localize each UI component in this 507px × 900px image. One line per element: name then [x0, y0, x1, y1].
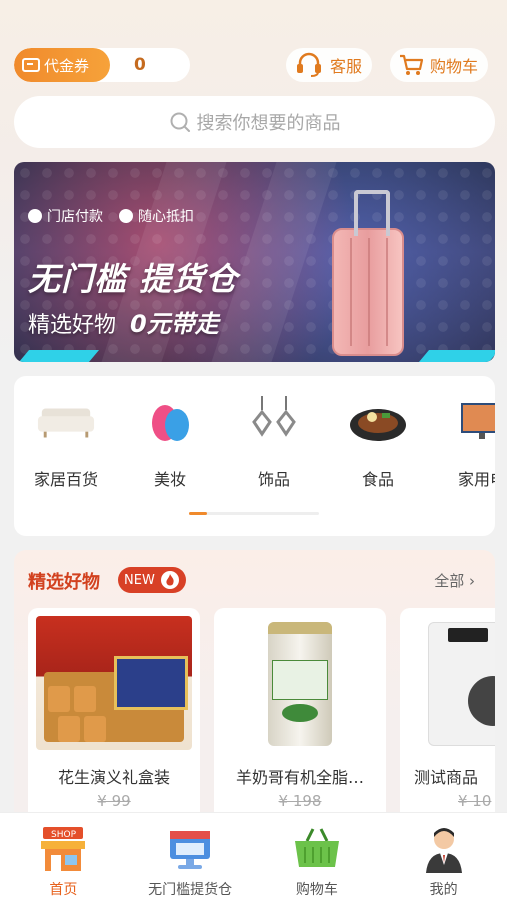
customer-service-button[interactable]: 客服: [286, 48, 373, 82]
product-card[interactable]: 测试商品 ¥ 10: [400, 608, 495, 830]
cart-icon: [400, 54, 424, 75]
category-label: 饰品: [257, 470, 290, 489]
category-label: 美妆: [153, 470, 186, 489]
product-price: ¥ 10: [458, 792, 492, 810]
category-item[interactable]: 美妆: [118, 394, 222, 490]
store-monitor-icon: [170, 831, 211, 869]
makeup-sponge-icon: [152, 405, 189, 441]
chevron-right-icon: ›: [469, 572, 475, 590]
check-icon: [28, 209, 42, 223]
new-badge: NEW: [118, 567, 186, 593]
shop-icon: SHOP: [41, 827, 86, 871]
product-card[interactable]: 羊奶哥有机全脂… ¥ 198: [214, 608, 386, 830]
voucher-tag: 代金券: [14, 48, 110, 82]
headset-icon: [297, 52, 321, 77]
cart-button[interactable]: 购物车: [390, 48, 489, 82]
ticket-icon: [22, 58, 40, 72]
view-all-link[interactable]: 全部 ›: [434, 570, 475, 591]
product-card[interactable]: 花生演义礼盒装 ¥ 99: [28, 608, 200, 830]
cart-label: 购物车: [430, 57, 479, 76]
voucher-pill[interactable]: 代金券 0: [14, 48, 190, 82]
tab-profile[interactable]: 我的: [380, 813, 507, 900]
banner-title: 无门槛 提货仓: [28, 260, 239, 298]
product-name: 测试商品: [414, 768, 479, 787]
earrings-icon: [252, 396, 296, 437]
product-image: [36, 616, 192, 750]
tag-icon: [119, 209, 133, 223]
category-row: 家居百货 美妆 饰品 食品 家用: [14, 394, 495, 490]
tab-label: 首页: [49, 882, 78, 898]
featured-title: 精选好物: [28, 572, 100, 593]
tv-icon: [461, 403, 495, 439]
search-placeholder: 搜索你想要的商品: [196, 113, 341, 134]
tab-label: 购物车: [295, 882, 338, 898]
category-item[interactable]: 家用电: [430, 394, 495, 490]
category-scrollbar[interactable]: [189, 512, 319, 515]
tab-cart[interactable]: 购物车: [254, 813, 381, 900]
scrollbar-thumb[interactable]: [189, 512, 207, 515]
product-image: [408, 616, 495, 750]
category-item[interactable]: 食品: [326, 394, 430, 490]
banner-tag: 门店付款: [28, 206, 103, 226]
featured-section: 精选好物 NEW 全部 › 花生演义礼盒装 ¥ 99 羊奶哥有机全脂… ¥ 19…: [14, 550, 495, 830]
banner-tag: 随心抵扣: [119, 206, 194, 226]
svg-text:SHOP: SHOP: [51, 830, 77, 840]
basket-icon: [294, 828, 339, 867]
category-item[interactable]: 家居百货: [14, 394, 118, 490]
suitcase-image: [332, 190, 404, 356]
search-icon: [170, 112, 190, 132]
avatar-icon: [425, 828, 462, 873]
voucher-label: 代金券: [44, 56, 90, 75]
promo-banner[interactable]: 门店付款 随心抵扣 无门槛 提货仓 精选好物 0元带走: [14, 162, 495, 362]
banner-stripe: [418, 350, 495, 362]
tab-label: 无门槛提货仓: [148, 882, 233, 898]
category-label: 家用电: [457, 470, 495, 489]
service-label: 客服: [330, 57, 363, 76]
product-price: ¥ 198: [278, 792, 322, 810]
product-price: ¥ 99: [97, 792, 131, 810]
product-name: 羊奶哥有机全脂…: [235, 768, 364, 787]
sofa-icon: [37, 408, 95, 438]
tab-warehouse[interactable]: 无门槛提货仓: [127, 813, 254, 900]
product-image: [222, 616, 378, 750]
category-label: 家居百货: [33, 470, 98, 489]
flame-icon: [160, 571, 179, 589]
category-card: 家居百货 美妆 饰品 食品 家用: [14, 376, 495, 536]
tab-label: 我的: [429, 882, 458, 898]
banner-tags: 门店付款 随心抵扣: [28, 206, 194, 226]
category-item[interactable]: 饰品: [222, 394, 326, 490]
banner-subtitle: 精选好物 0元带走: [28, 310, 219, 338]
product-name: 花生演义礼盒装: [57, 768, 170, 787]
food-plate-icon: [350, 409, 406, 441]
search-bar[interactable]: 搜索你想要的商品: [14, 96, 495, 148]
product-row: 花生演义礼盒装 ¥ 99 羊奶哥有机全脂… ¥ 198 测试商品 ¥ 10: [28, 608, 495, 830]
bottom-tab-bar: SHOP 首页 无门槛提货仓 购物车 我的: [0, 812, 507, 900]
tab-home[interactable]: SHOP 首页: [0, 813, 127, 900]
banner-stripe: [18, 350, 100, 362]
category-label: 食品: [361, 470, 394, 489]
voucher-count: 0: [134, 55, 146, 75]
